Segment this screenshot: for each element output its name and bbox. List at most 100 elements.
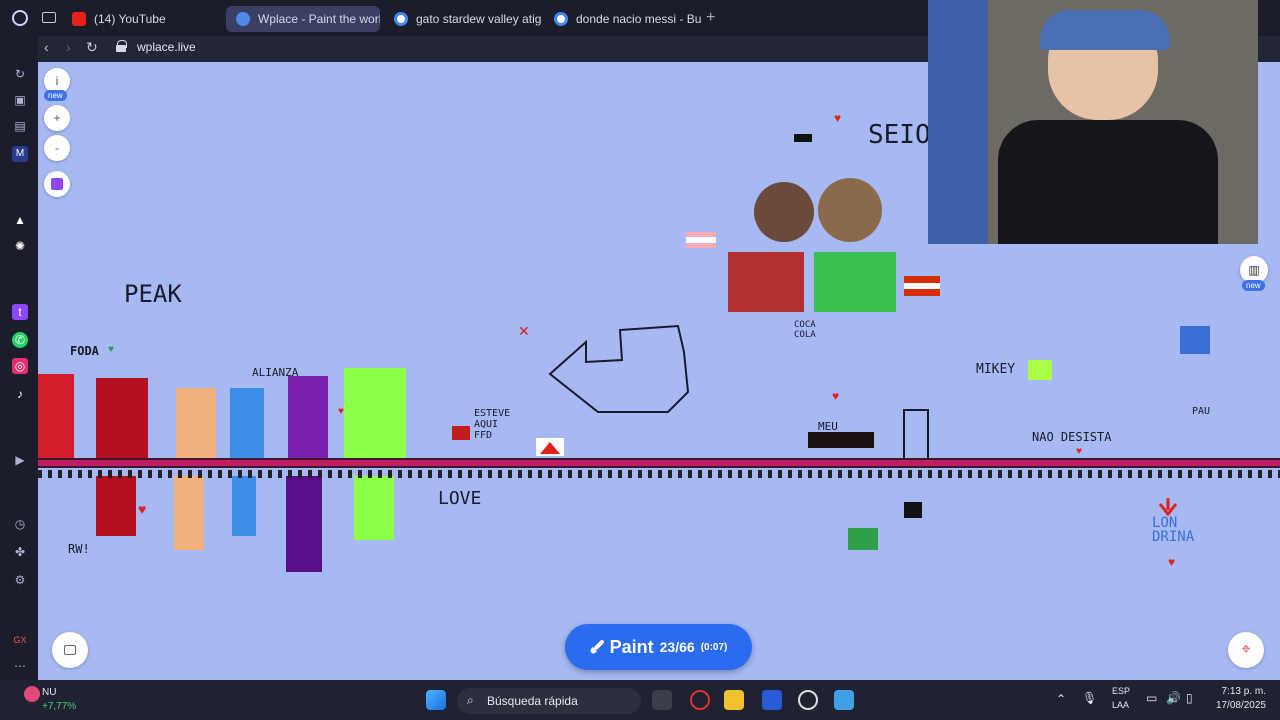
aria-icon[interactable]: ▲ xyxy=(12,212,28,228)
tab-label: (14) YouTube xyxy=(94,12,166,26)
tiktok-icon[interactable]: ♪ xyxy=(12,386,28,402)
left-head xyxy=(754,182,814,242)
obs-icon[interactable] xyxy=(798,690,818,710)
twitch-icon[interactable]: t xyxy=(12,304,28,320)
network-icon[interactable]: ▭ xyxy=(1146,691,1157,705)
svg-text:♥: ♥ xyxy=(338,406,344,417)
blue-reflection xyxy=(232,476,256,536)
history-icon[interactable]: ◷ xyxy=(12,516,28,532)
lock-icon xyxy=(116,40,127,52)
pixel-ground-strip xyxy=(38,458,1280,468)
stock-change: +7,77% xyxy=(42,701,77,712)
whatsapp-icon[interactable]: ✆ xyxy=(12,332,28,348)
browser-window: (14) YouTube Wplace - Paint the world ga… xyxy=(0,0,1280,680)
tab-label: Wplace - Paint the world xyxy=(258,12,380,26)
lang-bottom[interactable]: LAA xyxy=(1112,700,1129,710)
player-icon[interactable]: ▶ xyxy=(12,452,28,468)
frog-art xyxy=(848,528,878,550)
gx-icon[interactable]: GX xyxy=(12,632,28,648)
purple-reflection xyxy=(286,476,322,572)
tab-label: gato stardew valley atigra xyxy=(416,12,542,26)
tab-list-icon[interactable] xyxy=(42,12,56,23)
svg-text:♥: ♥ xyxy=(832,389,839,403)
youtube-icon xyxy=(72,12,86,26)
orange-creature xyxy=(176,388,216,460)
instagram-icon[interactable]: ◎ xyxy=(12,358,28,374)
settings-icon[interactable]: ⚙ xyxy=(12,572,28,588)
blue-box-art xyxy=(1180,326,1210,354)
purple-creature xyxy=(288,376,328,460)
right-head xyxy=(818,178,882,242)
opera-taskbar-icon[interactable] xyxy=(690,690,710,710)
streamer-cap xyxy=(1040,10,1170,50)
streamer-shirt xyxy=(998,120,1218,244)
forward-icon[interactable]: › xyxy=(66,39,71,55)
refresh-icon[interactable]: ↻ xyxy=(12,66,28,82)
stock-name[interactable]: NU xyxy=(42,687,56,698)
svg-text:♥: ♥ xyxy=(108,344,114,355)
wallet-icon[interactable]: ▤ xyxy=(12,118,28,134)
app-icon[interactable] xyxy=(834,690,854,710)
tab-messi[interactable]: donde nacio messi - Busc xyxy=(544,6,702,32)
lang-top[interactable]: ESP xyxy=(1112,686,1130,696)
windows-start-icon[interactable] xyxy=(426,690,446,710)
green-creature xyxy=(344,368,406,460)
tab-label: donde nacio messi - Busc xyxy=(576,12,702,26)
green-reflection xyxy=(354,476,394,540)
red-creature-1 xyxy=(38,374,74,460)
battery-icon[interactable]: ▯ xyxy=(1186,691,1193,705)
svg-text:♥: ♥ xyxy=(834,111,841,125)
bird-drawing xyxy=(548,324,690,413)
extensions-icon[interactable]: ✤ xyxy=(12,544,28,560)
back-icon[interactable]: ‹ xyxy=(44,39,49,55)
mail-icon[interactable]: M xyxy=(12,146,28,162)
ground-spikes xyxy=(38,470,1280,478)
paint-button[interactable]: Paint 23/66 (0:07) xyxy=(565,624,752,670)
bag-icon[interactable]: ▣ xyxy=(12,92,28,108)
small-flag-art xyxy=(452,426,470,440)
opera-logo-icon[interactable] xyxy=(12,10,28,26)
svg-text:✕: ✕ xyxy=(518,323,530,339)
door-art xyxy=(903,409,929,461)
search-icon: ⌕ xyxy=(467,693,474,707)
taskbar-search[interactable]: ⌕ Búsqueda rápida xyxy=(457,688,641,714)
microphone-icon[interactable]: 🎙 xyxy=(1082,691,1097,705)
globe-icon xyxy=(236,12,250,26)
curtain xyxy=(928,0,988,244)
red-creature-2 xyxy=(96,378,148,460)
cooldown-timer: (0:07) xyxy=(700,641,728,653)
more-icon[interactable]: ⋯ xyxy=(12,658,28,674)
blue-creature xyxy=(230,388,264,460)
search-placeholder: Búsqueda rápida xyxy=(487,694,578,708)
volume-icon[interactable]: 🔊 xyxy=(1166,691,1181,705)
dachshund-art xyxy=(808,432,874,448)
pixel-count: 23/66 xyxy=(659,639,695,655)
red-reflection xyxy=(96,476,136,536)
right-shirt xyxy=(814,252,896,312)
google-icon xyxy=(554,12,568,26)
clock-time[interactable]: 7:13 p. m. xyxy=(1210,686,1266,697)
file-explorer-icon[interactable] xyxy=(724,690,744,710)
tab-wplace[interactable]: Wplace - Paint the world xyxy=(226,6,380,32)
svg-text:♥: ♥ xyxy=(138,501,146,517)
google-icon xyxy=(394,12,408,26)
paint-label: Paint xyxy=(609,636,654,657)
svg-text:♥: ♥ xyxy=(1168,555,1175,569)
red-arrow-art xyxy=(1158,498,1178,517)
tray-expand-icon[interactable]: ⌃ xyxy=(1056,692,1066,706)
chatgpt-icon[interactable]: ✺ xyxy=(12,238,28,254)
reload-icon[interactable]: ↻ xyxy=(86,39,98,56)
vscode-icon[interactable] xyxy=(762,690,782,710)
tab-youtube[interactable]: (14) YouTube xyxy=(62,6,220,32)
brush-icon xyxy=(587,637,607,657)
opera-sidebar: ↻ ▣ ▤ M ▲ ✺ t ✆ ◎ ♪ ▶ ◷ ✤ ⚙ GX ⋯ xyxy=(0,36,38,680)
new-tab-button[interactable]: + xyxy=(706,10,715,26)
tab-stardew[interactable]: gato stardew valley atigra xyxy=(384,6,542,32)
webcam-overlay xyxy=(928,0,1258,244)
task-view-icon[interactable] xyxy=(652,690,672,710)
svg-text:♥: ♥ xyxy=(1076,446,1082,457)
url-field[interactable]: wplace.live xyxy=(137,40,196,54)
orange-reflection xyxy=(174,476,204,550)
clock-date[interactable]: 17/08/2025 xyxy=(1208,700,1266,711)
left-shirt xyxy=(728,252,804,312)
